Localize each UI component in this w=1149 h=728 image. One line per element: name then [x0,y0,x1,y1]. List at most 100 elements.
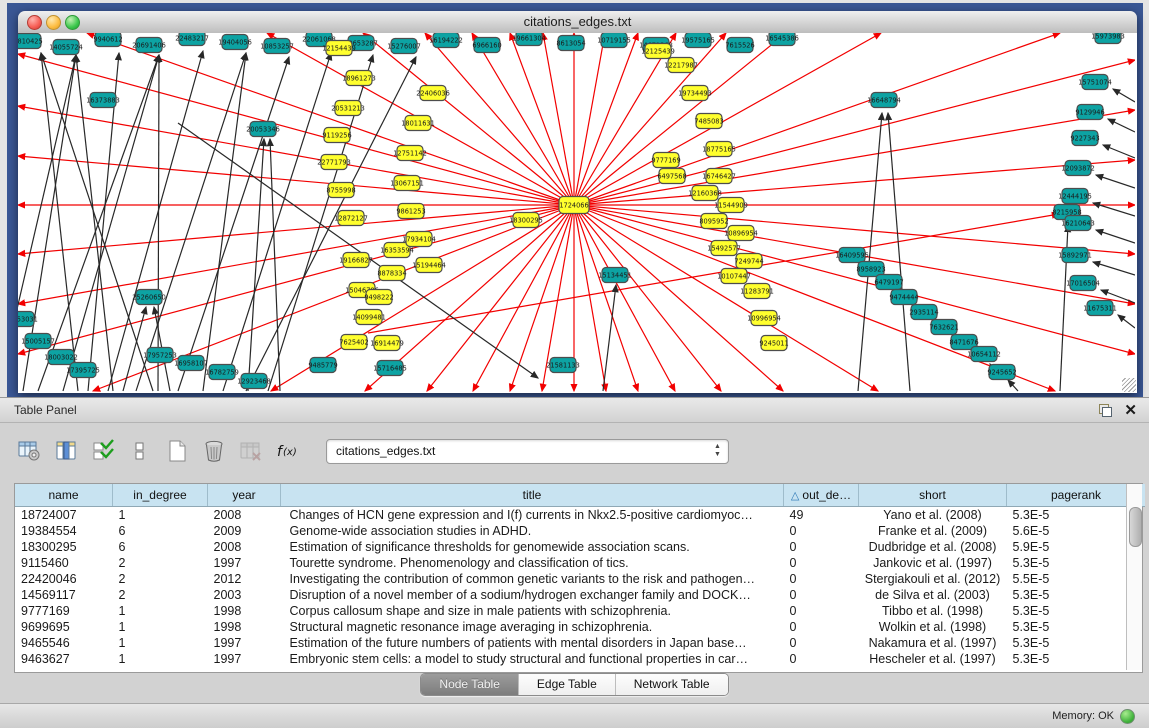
window-resize-handle[interactable] [1122,378,1136,392]
graph-node[interactable]: 15892971 [1058,248,1092,263]
table-row[interactable]: 977716911998Corpus callosum shape and si… [15,603,1145,619]
tab-edge-table[interactable]: Edge Table [519,674,616,695]
float-panel-icon[interactable] [1099,404,1112,417]
graph-node[interactable]: 10853257 [260,39,294,54]
graph-node[interactable]: 22483217 [175,33,209,46]
table-row[interactable]: 1830029562008Estimation of significance … [15,539,1145,555]
column-header-name[interactable]: name [15,484,113,507]
graph-node[interactable]: 6966160 [472,38,501,53]
graph-node[interactable]: 18775165 [702,142,736,157]
graph-node[interactable]: 9227343 [1070,131,1099,146]
graph-node[interactable]: 8878334 [377,266,406,281]
graph-node[interactable]: 15194464 [412,258,446,273]
graph-node[interactable]: 12872127 [334,211,368,226]
graph-node[interactable]: 14055724 [49,40,83,55]
close-button[interactable] [27,15,42,30]
graph-node[interactable]: 9498222 [364,290,393,305]
table-scrollbar[interactable] [1126,484,1142,670]
graph-node[interactable]: 9245652 [987,365,1016,380]
graph-node[interactable]: 8095952 [699,214,728,229]
graph-node[interactable]: 20531213 [331,101,365,116]
table-row[interactable]: 1938455462009Genome-wide association stu… [15,523,1145,539]
graph-node[interactable]: 12125439 [641,44,675,59]
graph-node[interactable]: 9119256 [322,128,351,143]
graph-node[interactable]: 16545386 [765,33,799,46]
graph-node[interactable]: 16210643 [1061,216,1095,231]
graph-node[interactable]: 7485083 [694,114,723,129]
graph-node[interactable]: 21581133 [546,358,580,373]
graph-node[interactable]: 19734493 [678,86,712,101]
graph-node[interactable]: 12751142 [393,146,427,161]
graph-node[interactable]: 12923468 [237,374,271,389]
table-row[interactable]: 946554611997Estimation of the future num… [15,635,1145,651]
column-header-pagerank[interactable]: pagerank [1007,484,1146,507]
graph-node[interactable]: 17395725 [66,363,100,378]
graph-node[interactable]: 19404056 [218,35,252,50]
graph-node[interactable]: 12093872 [1061,161,1095,176]
table-selector-dropdown[interactable]: citations_edges.txt ▲▼ [326,439,729,464]
graph-node[interactable]: 16648794 [867,93,901,108]
graph-node[interactable]: 11544909 [714,198,748,213]
graph-node[interactable]: 7625402 [339,335,368,350]
close-panel-icon[interactable]: ✕ [1124,403,1137,418]
graph-node[interactable]: 15005157 [21,334,55,349]
graph-node[interactable]: 9940612 [93,33,122,47]
graph-node[interactable]: 15751074 [1078,75,1112,90]
graph-node[interactable]: 14099481 [352,310,386,325]
tab-node-table[interactable]: Node Table [421,674,519,695]
graph-node[interactable]: 15492577 [707,241,741,256]
table-mode-icon[interactable] [16,438,42,464]
graph-node[interactable]: 22771793 [317,155,351,170]
graph-node[interactable]: 9861253 [396,204,425,219]
graph-node[interactable]: 16746427 [702,169,736,184]
table-row[interactable]: 1872400712008Changes of HCN gene express… [15,507,1145,524]
column-header-title[interactable]: title [281,484,784,507]
graph-node[interactable]: 15276007 [387,39,421,54]
graph-node[interactable]: 19661304 [512,33,546,46]
graph-node[interactable]: 16409595 [835,248,869,263]
graph-node[interactable]: 22406036 [416,86,450,101]
graph-node[interactable]: 12444195 [1058,189,1092,204]
table-row[interactable]: 969969511998Structural magnetic resonanc… [15,619,1145,635]
graph-node[interactable]: 8755998 [326,183,355,198]
column-header-short[interactable]: short [859,484,1007,507]
graph-node[interactable]: 10896954 [724,226,758,241]
graph-node[interactable]: 11283791 [740,284,774,299]
graph-node[interactable]: 25260650 [132,290,166,305]
graph-node[interactable]: 18300295 [509,213,543,228]
graph-node[interactable]: 7249744 [734,254,763,269]
scrollbar-thumb[interactable] [1129,507,1142,547]
graph-node[interactable]: 16914479 [370,336,404,351]
graph-node[interactable]: 9485779 [308,358,337,373]
graph-node[interactable]: 8613054 [556,36,585,51]
column-header-in_degree[interactable]: in_degree [113,484,208,507]
graph-node[interactable]: 20691406 [132,38,166,53]
graph-node[interactable]: 9474444 [889,290,918,305]
function-builder-icon[interactable]: f(x) [275,438,301,464]
network-graph[interactable]: 8810425140557249940612206914062248321719… [18,33,1137,393]
table-row[interactable]: 946362711997Embryonic stem cells: a mode… [15,651,1145,667]
column-header-year[interactable]: year [208,484,281,507]
graph-node[interactable]: 13067151 [390,176,424,191]
graph-node[interactable]: 10719155 [597,33,631,48]
graph-node[interactable]: 12154439 [322,41,356,56]
graph-node[interactable]: 19575165 [681,33,715,48]
show-column-icon[interactable] [53,438,79,464]
zoom-button[interactable] [65,15,80,30]
graph-node[interactable]: 9129946 [1075,105,1104,120]
graph-node[interactable]: 9777169 [651,153,680,168]
graph-node[interactable]: 19166827 [339,253,373,268]
graph-node[interactable]: 2935114 [909,305,938,320]
minimize-button[interactable] [46,15,61,30]
tab-network-table[interactable]: Network Table [616,674,728,695]
graph-node[interactable]: 1724066 [559,197,589,214]
graph-node[interactable]: 16958107 [174,356,208,371]
table-row[interactable]: 2242004622012Investigating the contribut… [15,571,1145,587]
table-row[interactable]: 1456911722003Disruption of a novel membe… [15,587,1145,603]
graph-node[interactable]: 9245011 [759,336,788,351]
graph-node[interactable]: 17957253 [143,348,177,363]
select-columns-icon[interactable] [90,438,116,464]
network-canvas[interactable]: 8810425140557249940612206914062248321719… [18,33,1137,393]
delete-table-icon[interactable] [238,438,264,464]
graph-node[interactable]: 15973983 [1091,33,1125,44]
